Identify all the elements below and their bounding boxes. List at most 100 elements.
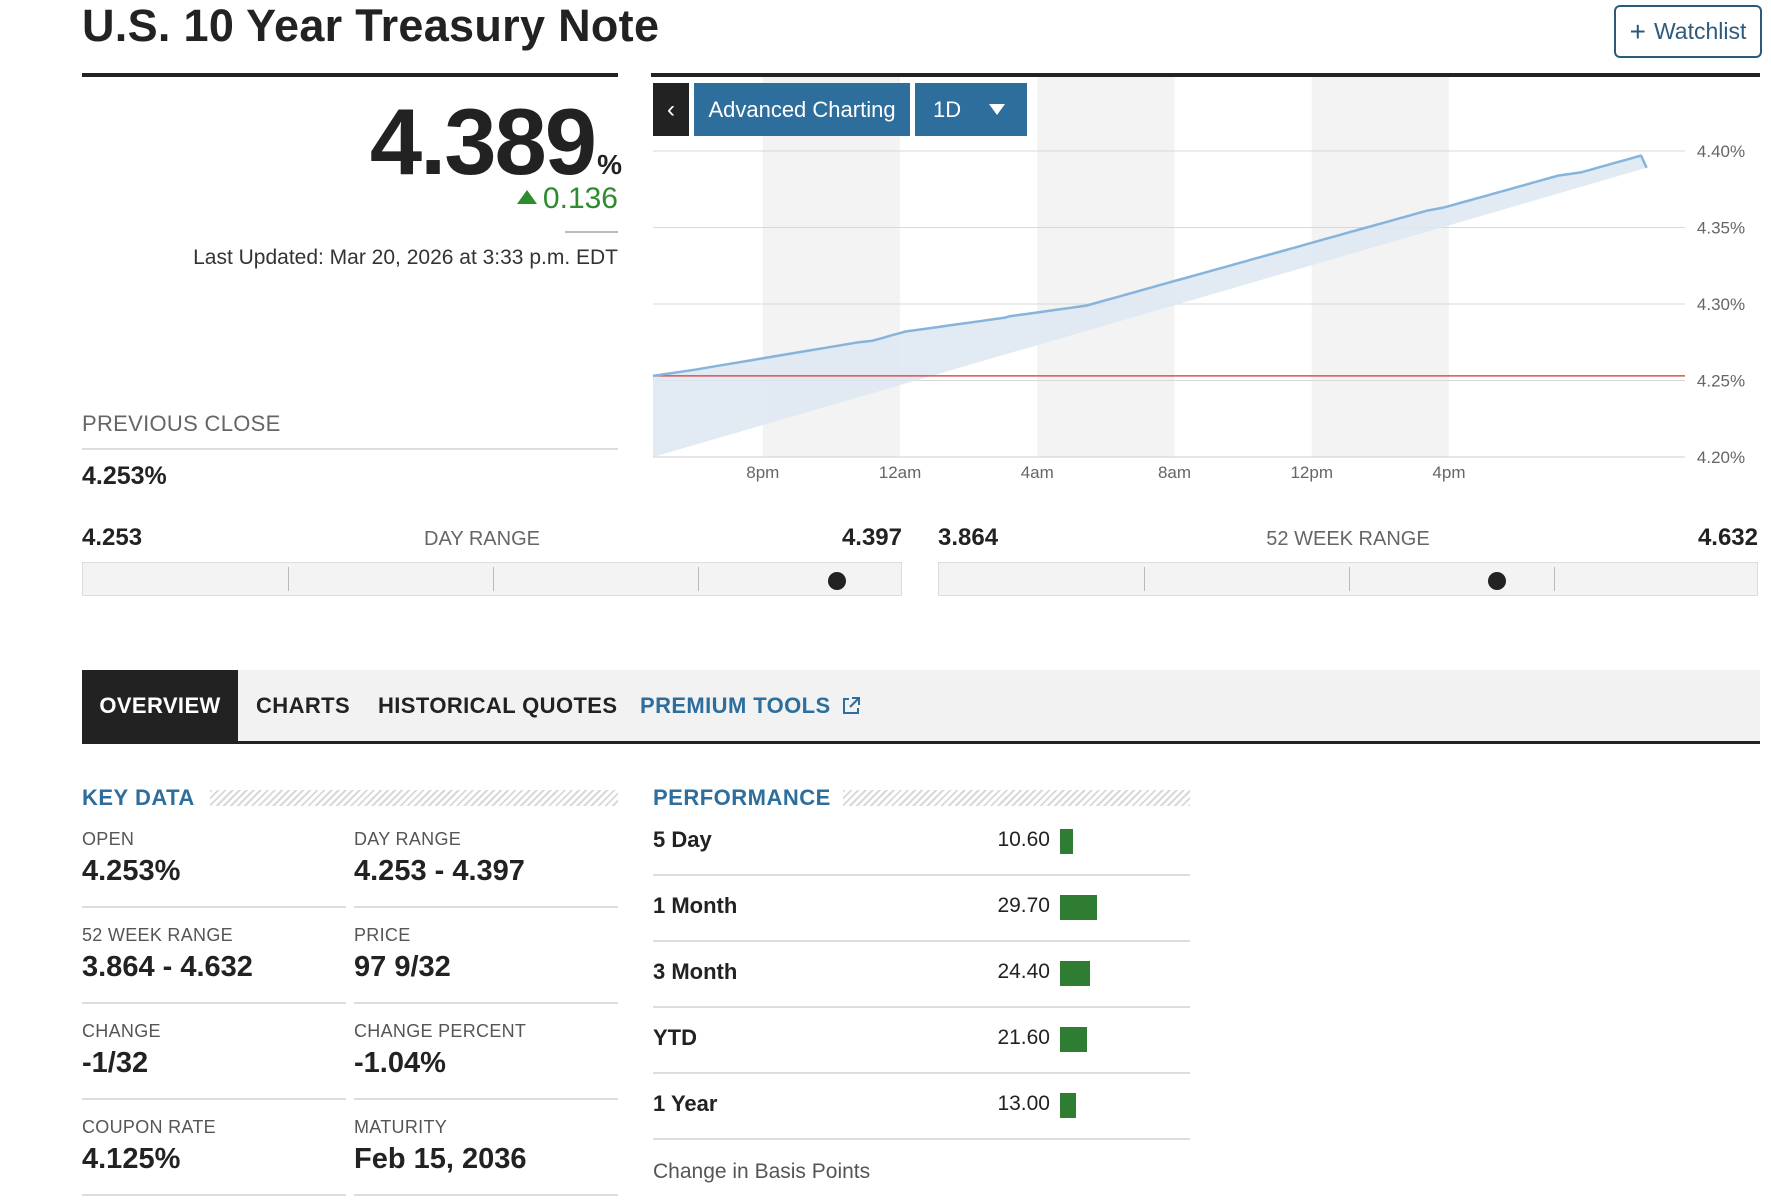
chart-x-tick-label: 8am bbox=[1158, 463, 1191, 482]
performance-value: 29.70 bbox=[997, 894, 1050, 917]
chart-y-tick-label: 4.25% bbox=[1697, 372, 1745, 391]
previous-close-value: 4.253% bbox=[82, 462, 167, 490]
last-updated: Last Updated: Mar 20, 2026 at 3:33 p.m. … bbox=[193, 246, 618, 269]
performance-hatch bbox=[843, 790, 1190, 806]
key-data-divider bbox=[82, 906, 346, 908]
key-data-value: -1.04% bbox=[354, 1047, 446, 1079]
key-data-value: Feb 15, 2036 bbox=[354, 1143, 527, 1175]
key-data-label: MATURITY bbox=[354, 1117, 448, 1137]
performance-label: YTD bbox=[653, 1025, 697, 1050]
day-range-marker bbox=[828, 572, 847, 590]
key-data-divider bbox=[82, 1002, 346, 1004]
price-unit: % bbox=[597, 149, 622, 180]
change-underline bbox=[565, 231, 618, 233]
performance-value: 10.60 bbox=[997, 828, 1050, 851]
tab-premium-tools[interactable]: PREMIUM TOOLS bbox=[640, 670, 861, 742]
price-value: 4.389 bbox=[369, 89, 597, 194]
day-range-title: DAY RANGE bbox=[424, 528, 540, 550]
performance-divider bbox=[653, 1006, 1190, 1008]
caret-down-icon bbox=[989, 104, 1006, 115]
chart-x-tick-label: 4am bbox=[1021, 463, 1054, 482]
chart-session-band bbox=[1311, 77, 1449, 457]
key-data-value: 4.253 - 4.397 bbox=[354, 855, 525, 887]
day-range-low: 4.253 bbox=[82, 524, 143, 551]
performance-value: 13.00 bbox=[997, 1092, 1050, 1115]
key-data-value: 4.253% bbox=[82, 855, 181, 887]
key-data-label: COUPON RATE bbox=[82, 1117, 216, 1137]
chart-y-tick-label: 4.35% bbox=[1697, 219, 1745, 238]
key-data-divider bbox=[354, 1098, 618, 1100]
price-display: 4.389% bbox=[82, 88, 622, 196]
day-range-bar bbox=[82, 562, 902, 596]
price-change: 0.136 bbox=[82, 182, 618, 216]
range-tick bbox=[1554, 567, 1555, 591]
external-link-icon bbox=[842, 697, 860, 714]
tab-charts[interactable]: CHARTS bbox=[256, 670, 350, 742]
chart-y-tick-label: 4.40% bbox=[1697, 142, 1745, 161]
performance-divider bbox=[653, 874, 1190, 876]
chart-x-tick-label: 4pm bbox=[1432, 463, 1465, 482]
advanced-charting-button[interactable]: Advanced Charting bbox=[694, 83, 910, 136]
key-data-label: PRICE bbox=[354, 925, 411, 945]
key-data-divider bbox=[354, 906, 618, 908]
previous-close-divider bbox=[82, 448, 618, 450]
performance-bar bbox=[1060, 961, 1091, 986]
week52-range-bar bbox=[938, 562, 1758, 596]
range-tick bbox=[288, 567, 289, 591]
performance-value: 21.60 bbox=[997, 1026, 1050, 1049]
range-tick bbox=[698, 567, 699, 591]
key-data-value: 97 9/32 bbox=[354, 951, 451, 983]
key-data-label: OPEN bbox=[82, 829, 135, 849]
week52-range-title: 52 WEEK RANGE bbox=[1266, 528, 1430, 550]
chart-y-tick-label: 4.20% bbox=[1697, 448, 1745, 467]
range-tick bbox=[1349, 567, 1350, 591]
chart-session-band bbox=[1037, 77, 1175, 457]
key-data-divider bbox=[82, 1098, 346, 1100]
key-data-value: 3.864 - 4.632 bbox=[82, 951, 253, 983]
intraday-chart[interactable]: 4.40% 4.35% 4.30% 4.25% 4.20% 8pm 12am 4am 8am 12… bbox=[651, 77, 1760, 497]
tab-overview[interactable]: OVERVIEW bbox=[82, 670, 238, 742]
watchlist-button[interactable]: + Watchlist bbox=[1614, 5, 1762, 58]
performance-divider bbox=[653, 940, 1190, 942]
change-value: 0.136 bbox=[542, 182, 618, 215]
performance-bar bbox=[1060, 829, 1074, 854]
key-data-label: CHANGE bbox=[82, 1021, 161, 1041]
chevron-left-icon: ‹ bbox=[667, 95, 675, 123]
chart-x-tick-label: 12pm bbox=[1290, 463, 1333, 482]
key-data-divider bbox=[354, 1194, 618, 1196]
key-data-label: 52 WEEK RANGE bbox=[82, 925, 233, 945]
performance-label: 1 Month bbox=[653, 893, 738, 918]
key-data-divider bbox=[82, 1194, 346, 1196]
performance-label: 5 Day bbox=[653, 827, 712, 852]
range-tick bbox=[493, 567, 494, 591]
previous-close-label: PREVIOUS CLOSE bbox=[82, 411, 281, 436]
key-data-value: -1/32 bbox=[82, 1047, 149, 1079]
performance-bar bbox=[1060, 1027, 1087, 1052]
chart-range-label: 1D bbox=[933, 96, 962, 122]
performance-bar bbox=[1060, 895, 1097, 920]
key-data-label: DAY RANGE bbox=[354, 829, 462, 849]
performance-divider bbox=[653, 1138, 1190, 1140]
watchlist-label: Watchlist bbox=[1653, 18, 1747, 44]
range-tick bbox=[1144, 567, 1145, 591]
performance-note: Change in Basis Points bbox=[653, 1160, 871, 1183]
key-data-hatch bbox=[210, 790, 618, 806]
up-arrow-icon bbox=[516, 190, 537, 205]
key-data-label: CHANGE PERCENT bbox=[354, 1021, 527, 1041]
day-range-high: 4.397 bbox=[841, 524, 902, 551]
week52-range-low: 3.864 bbox=[938, 524, 999, 551]
chart-back-button[interactable]: ‹ bbox=[653, 83, 689, 136]
key-data-heading: KEY DATA bbox=[82, 785, 195, 810]
key-data-value: 4.125% bbox=[82, 1143, 181, 1175]
chart-y-tick-label: 4.30% bbox=[1697, 295, 1745, 314]
performance-divider bbox=[653, 1072, 1190, 1074]
page-title: U.S. 10 Year Treasury Note bbox=[82, 0, 660, 51]
tab-historical-quotes[interactable]: HISTORICAL QUOTES bbox=[378, 670, 617, 742]
performance-bar bbox=[1060, 1093, 1077, 1118]
performance-label: 1 Year bbox=[653, 1091, 718, 1116]
performance-label: 3 Month bbox=[653, 959, 738, 984]
performance-heading: PERFORMANCE bbox=[653, 785, 831, 810]
chart-x-tick-label: 8pm bbox=[746, 463, 779, 482]
chart-range-dropdown[interactable]: 1D bbox=[915, 83, 1027, 136]
quote-top-rule bbox=[82, 73, 618, 77]
